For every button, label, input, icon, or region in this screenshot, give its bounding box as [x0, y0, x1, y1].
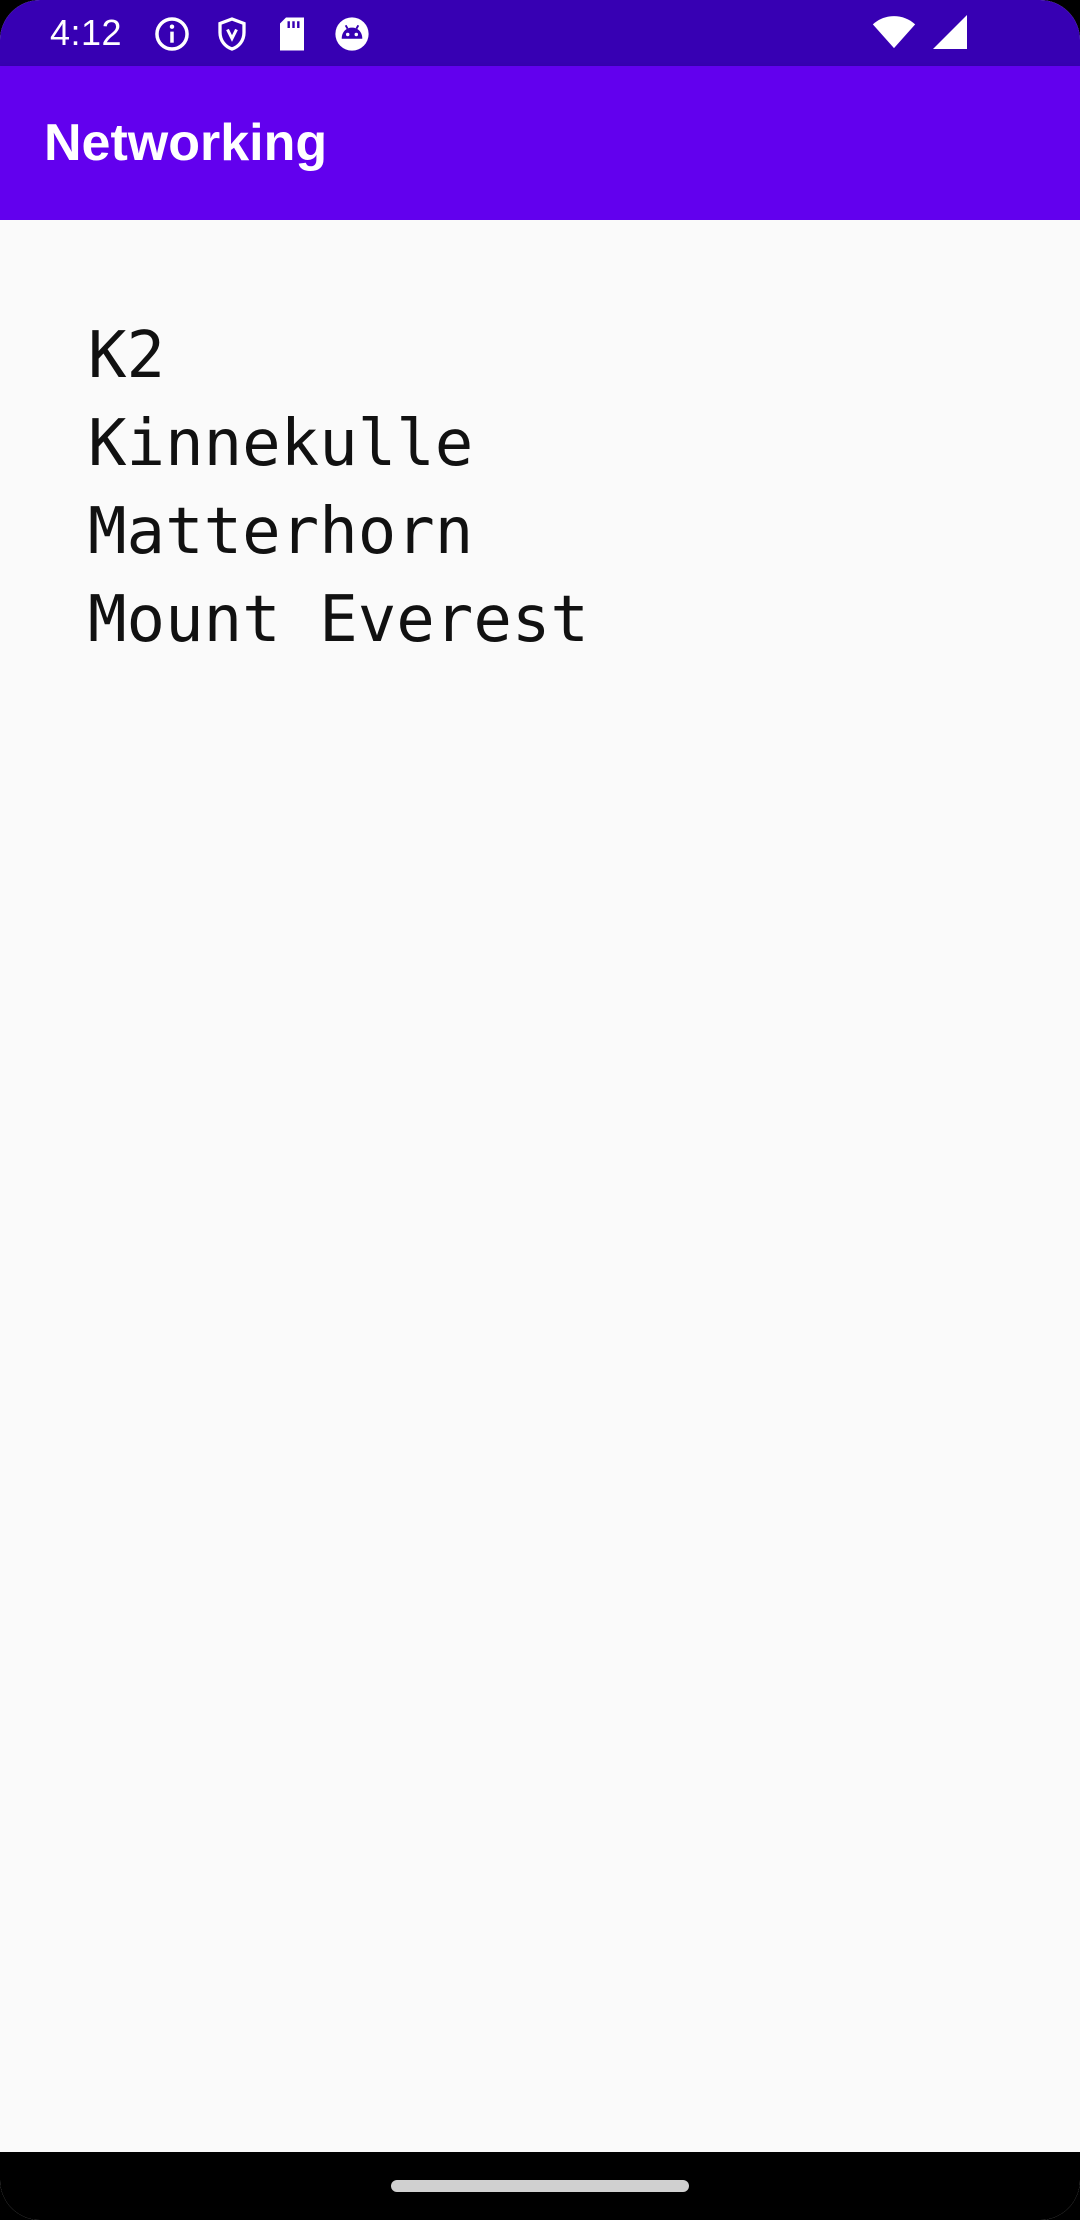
list-item: K2	[88, 319, 166, 393]
mountain-list: K2 Kinnekulle Matterhorn Mount Everest	[88, 312, 589, 664]
wifi-icon	[872, 15, 916, 54]
info-icon	[152, 14, 192, 54]
status-system-icons	[872, 14, 968, 54]
status-time: 4:12	[50, 12, 123, 53]
shield-icon	[212, 14, 252, 54]
status-notification-icons	[152, 14, 372, 54]
android-debug-icon	[332, 14, 372, 54]
list-item: Matterhorn	[88, 495, 474, 569]
cell-signal-icon	[932, 14, 968, 54]
phone-screen: 4:12 Networking K2 Kinnekulle Matterhorn…	[0, 0, 1080, 2220]
main-content: K2 Kinnekulle Matterhorn Mount Everest	[0, 220, 1080, 2152]
status-bar: 4:12	[0, 0, 1080, 66]
navigation-bar	[0, 2152, 1080, 2220]
home-handle[interactable]	[391, 2180, 689, 2192]
app-title: Networking	[44, 114, 328, 172]
sd-card-icon	[272, 14, 312, 54]
list-item: Kinnekulle	[88, 407, 474, 481]
list-item: Mount Everest	[88, 583, 589, 657]
app-toolbar: Networking	[0, 66, 1080, 220]
